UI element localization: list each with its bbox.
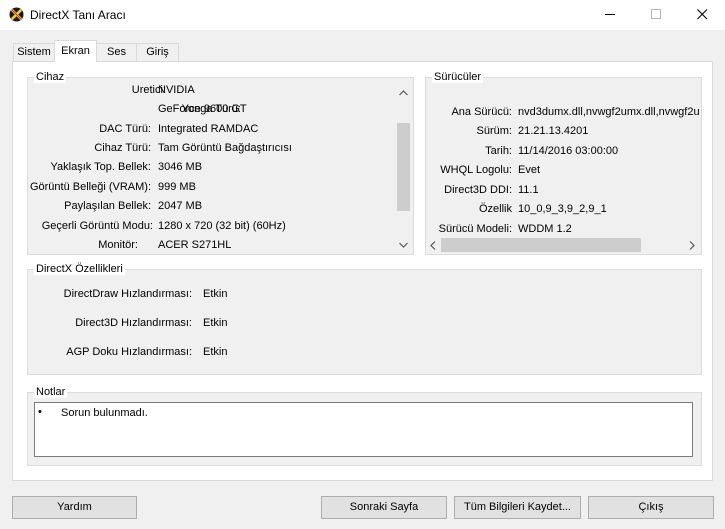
note-item: Sorun bulunmadı.	[61, 407, 148, 419]
driver-value: Evet	[518, 164, 541, 176]
save-all-button[interactable]: Tüm Bilgileri Kaydet...	[454, 496, 581, 519]
device-label: Uretici:	[131, 84, 166, 96]
drivers-list: Ana Sürücü: nvd3dumx.dll,nvwgf2umx.dll,n…	[426, 78, 701, 236]
drivers-scrollbar[interactable]	[426, 237, 701, 253]
device-label: Paylaşılan Bellek:	[64, 200, 151, 212]
driver-label: Tarih:	[485, 145, 512, 157]
chevron-up-icon[interactable]	[399, 90, 408, 96]
close-icon	[697, 9, 708, 20]
driver-label: Sürücü Modeli:	[438, 223, 512, 235]
driver-label: Özellik	[478, 203, 512, 215]
device-list: Uretici: NVIDIA Yonga Türü: GeForce 9600…	[28, 78, 413, 254]
driver-value: 10_0,9_3,9_2,9_1	[518, 203, 607, 215]
driver-value: 11/14/2016 03:00:00	[518, 145, 619, 157]
device-value: Tam Görüntü Bağdaştırıcısı	[158, 142, 292, 154]
notes-group-title: Notlar	[34, 386, 68, 398]
device-scrollbar[interactable]	[396, 85, 411, 253]
feature-label: AGP Doku Hızlandırması:	[66, 346, 192, 358]
device-label: Yaklaşık Top. Bellek:	[50, 161, 151, 173]
device-label: DAC Türü:	[99, 123, 151, 135]
device-label: Görüntü Belleği (VRAM):	[29, 181, 151, 193]
tab-giris[interactable]: Giriş	[136, 43, 179, 61]
window-title: DirectX Tanı Aracı	[30, 8, 126, 22]
driver-label: WHQL Logolu:	[440, 164, 512, 176]
help-button[interactable]: Yardım	[12, 496, 137, 519]
directx-icon	[9, 7, 24, 22]
tab-sistem[interactable]: Sistem	[13, 43, 55, 61]
chevron-down-icon[interactable]	[399, 242, 408, 248]
scroll-thumb[interactable]	[397, 123, 410, 211]
maximize-icon	[651, 9, 661, 19]
notes-textbox[interactable]: • Sorun bulunmadı.	[34, 402, 693, 457]
driver-label: Direct3D DDI:	[444, 184, 512, 196]
feature-value: Etkin	[203, 346, 228, 358]
next-page-button[interactable]: Sonraki Sayfa	[321, 496, 447, 519]
device-label: Monitör:	[98, 239, 138, 251]
feature-value: Etkin	[203, 288, 228, 300]
device-label: Geçerli Görüntü Modu:	[41, 220, 153, 232]
scroll-thumb[interactable]	[441, 238, 641, 252]
driver-value: 11.1	[518, 184, 539, 196]
feature-value: Etkin	[203, 317, 228, 329]
features-group-title: DirectX Özellikleri	[34, 263, 125, 275]
device-value: GeForce 9600 GT	[158, 103, 247, 115]
title-bar: DirectX Tanı Aracı	[0, 0, 725, 30]
chevron-right-icon[interactable]	[689, 241, 695, 250]
device-value: 3046 MB	[158, 161, 203, 173]
minimize-button[interactable]	[587, 0, 633, 30]
driver-value: 21.21.13.4201	[518, 125, 589, 137]
device-value: 2047 MB	[158, 200, 203, 212]
device-value: 999 MB	[158, 181, 196, 193]
close-button[interactable]	[679, 0, 725, 30]
minimize-icon	[605, 14, 615, 15]
driver-value: nvd3dumx.dll,nvwgf2umx.dll,nvwgf2u	[518, 106, 700, 118]
tab-ses[interactable]: Ses	[96, 43, 137, 61]
driver-label: Ana Sürücü:	[451, 106, 512, 118]
driver-label: Sürüm:	[476, 125, 512, 137]
feature-label: DirectDraw Hızlandırması:	[63, 288, 192, 300]
tab-ekran[interactable]: Ekran	[54, 40, 97, 62]
device-value: Integrated RAMDAC	[158, 123, 259, 135]
device-value: NVIDIA	[158, 84, 195, 96]
bullet-icon: •	[38, 406, 42, 418]
chevron-left-icon[interactable]	[430, 241, 436, 250]
maximize-button[interactable]	[633, 0, 679, 30]
device-value: 1280 x 720 (32 bit) (60Hz)	[158, 220, 286, 232]
exit-button[interactable]: Çıkış	[588, 496, 714, 519]
driver-value: WDDM 1.2	[518, 223, 572, 235]
device-label: Cihaz Türü:	[94, 142, 151, 154]
device-value: ACER S271HL	[158, 239, 232, 251]
feature-label: Direct3D Hızlandırması:	[75, 317, 192, 329]
